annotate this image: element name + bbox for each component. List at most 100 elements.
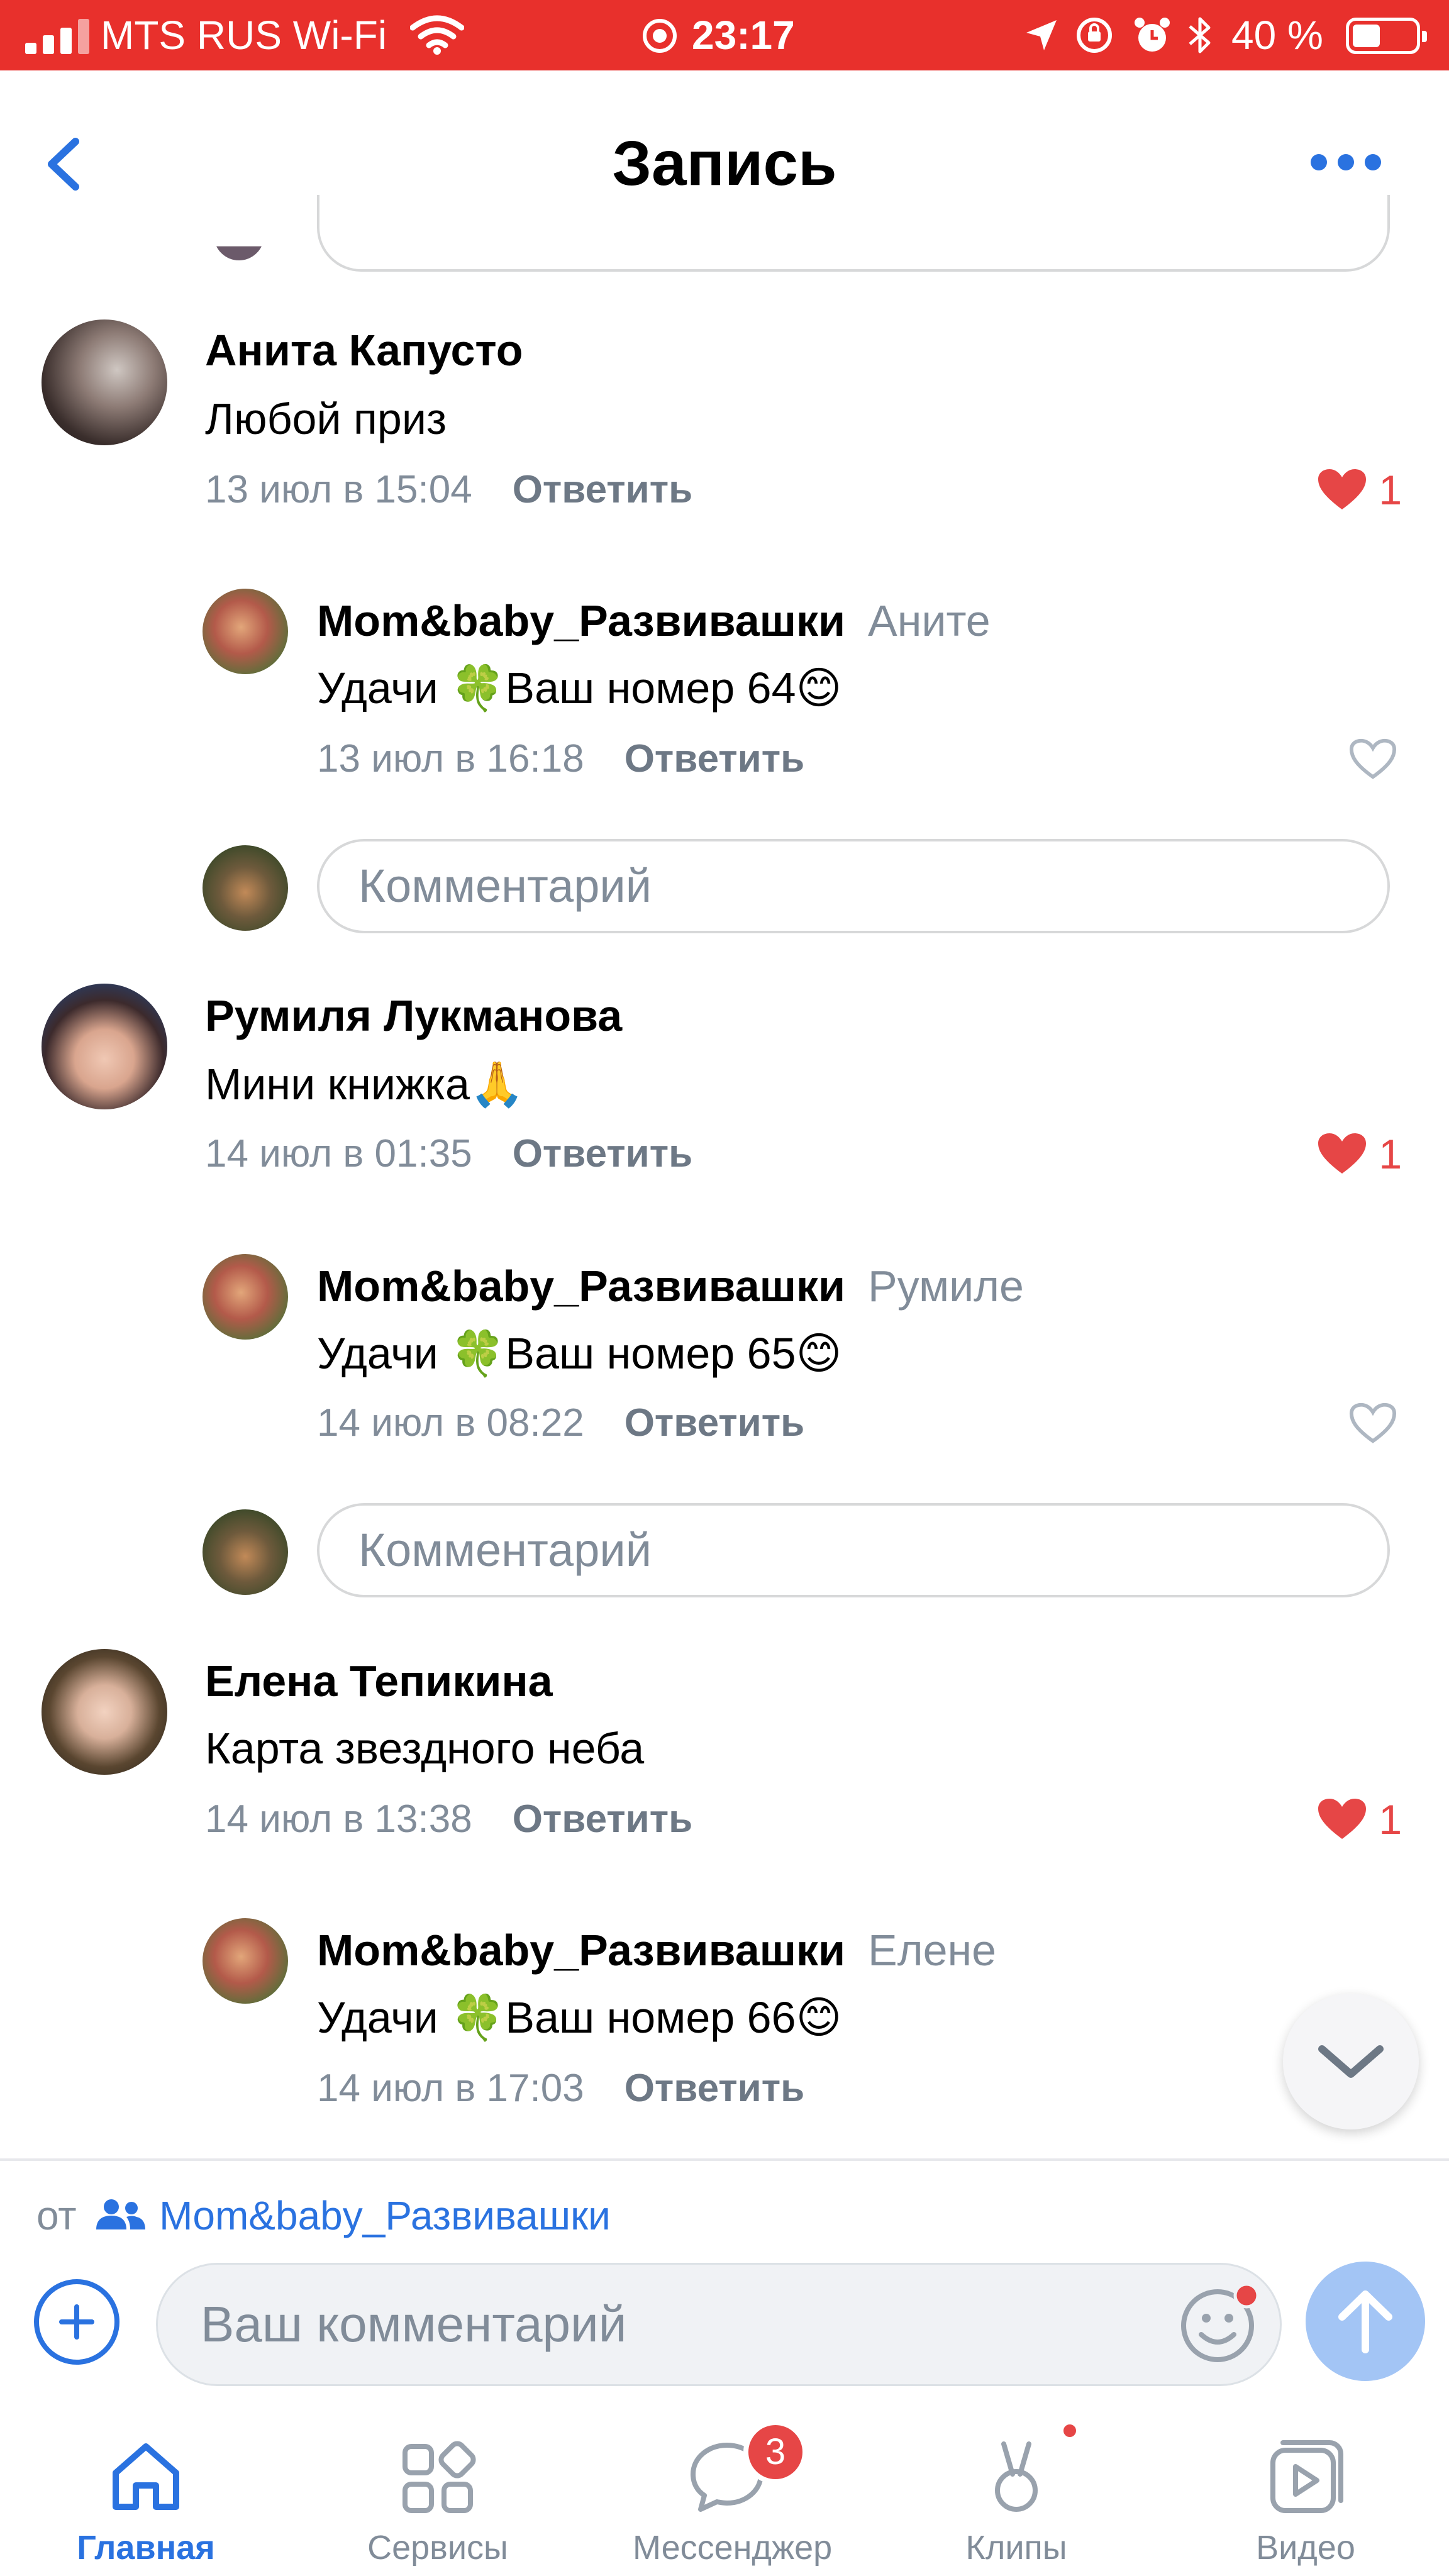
reply-author-line: Mom&baby_Развивашки Аните [317,592,991,649]
tab-label: Главная [77,2529,215,2567]
divider [0,2158,1449,2161]
reply-button[interactable]: Ответить [513,468,693,511]
battery-icon [1346,18,1427,54]
comment-time: 14 июл в 13:38 [205,1797,472,1841]
comment-from-line: от Mom&baby_Развивашки [36,2187,611,2244]
avatar[interactable] [42,319,167,445]
reply-button[interactable]: Ответить [625,2067,805,2110]
heart-filled-icon [1318,1133,1366,1174]
reply-author[interactable]: Mom&baby_Развивашки [317,596,845,645]
avatar [214,246,264,260]
reply-to: Аните [868,596,991,645]
reply-author[interactable]: Mom&baby_Развивашки [317,1262,845,1311]
reply-text: Удачи 🍀Ваш номер 66😊 [317,1993,842,2042]
reply-time: 13 июл в 16:18 [317,737,584,780]
avatar[interactable] [42,984,167,1109]
send-button[interactable] [1306,2262,1425,2381]
reply-to: Румиле [868,1262,1024,1311]
tab-home[interactable]: Главная [52,2421,240,2576]
comment-author[interactable]: Анита Капусто [205,322,523,379]
reply-to: Елене [868,1926,997,1975]
clips-icon [995,2441,1038,2512]
group-icon [96,2199,146,2229]
orientation-lock-icon [1077,18,1112,53]
reply-author[interactable]: Mom&baby_Развивашки [317,1926,845,1975]
home-icon [113,2443,179,2510]
reply-text: Удачи 🍀Ваш номер 65😊 [317,1329,842,1378]
heart-filled-icon [1318,469,1366,509]
avatar [203,1509,288,1595]
arrow-up-icon [1338,2290,1392,2353]
like-count: 1 [1379,1131,1402,1177]
reply-button[interactable]: Ответить [625,737,805,780]
reply-button[interactable]: Ответить [513,1797,693,1841]
reply-time: 14 июл в 17:03 [317,2067,584,2110]
new-dot [1060,2421,1079,2440]
status-time: 23:17 [692,13,795,58]
comment-author[interactable]: Румиля Лукманова [205,987,622,1044]
scroll-down-button[interactable] [1283,1994,1419,2129]
alarm-icon [1135,18,1170,52]
tab-label: Сервисы [367,2529,508,2567]
tab-video[interactable]: Видео [1211,2421,1400,2576]
tab-clips[interactable]: Клипы [922,2421,1111,2576]
heart-outline-icon[interactable] [1348,1399,1397,1448]
comment-time: 14 июл в 01:35 [205,1132,472,1175]
add-attachment-button[interactable] [34,2279,119,2365]
reply-meta: 14 июл в 17:03 Ответить [317,2060,804,2117]
reply-author-line: Mom&baby_Развивашки Елене [317,1922,996,1979]
more-options-icon[interactable] [1308,142,1384,179]
like-count: 1 [1379,467,1402,513]
battery-percent: 40 % [1231,13,1323,58]
comment-text: Любой приз [205,394,447,443]
tab-label: Клипы [965,2529,1067,2567]
avatar[interactable] [42,1649,167,1775]
unread-badge: 3 [743,2420,808,2484]
tab-label: Мессенджер [633,2529,833,2567]
comment-text: Мини книжка🙏 [205,1060,525,1109]
comment-meta: 14 июл в 13:38 Ответить [205,1791,692,1848]
reply-text: Удачи 🍀Ваш номер 64😊 [317,663,842,713]
comment-time: 13 июл в 15:04 [205,468,472,511]
reply-meta: 13 июл в 16:18 Ответить [317,731,804,787]
reply-button[interactable]: Ответить [625,1401,805,1445]
carrier-name: MTS RUS Wi-Fi [101,13,387,58]
reply-meta: 14 июл в 08:22 Ответить [317,1395,804,1452]
status-bar: MTS RUS Wi-Fi 23:17 40 % [0,0,1449,70]
comment-composer-input[interactable]: Ваш комментарий [156,2263,1282,2386]
heart-outline-icon[interactable] [1348,735,1397,784]
comment-input-clipped[interactable] [317,195,1390,272]
comment-author[interactable]: Елена Тепикина [205,1653,553,1709]
services-icon [402,2441,476,2513]
chevron-down-icon [1318,2045,1384,2078]
avatar [203,845,288,931]
reply-button[interactable]: Ответить [513,1132,693,1175]
tab-messenger[interactable]: 3 Мессенджер [633,2420,833,2576]
avatar[interactable] [203,1254,288,1340]
comment-input[interactable]: Комментарий [317,1503,1390,1597]
tab-services[interactable]: Сервисы [343,2421,532,2576]
signal-icon [25,19,94,54]
like-count: 1 [1379,1796,1402,1843]
from-group-link[interactable]: Mom&baby_Развивашки [159,2193,611,2238]
bluetooth-icon [1189,17,1211,53]
avatar[interactable] [203,589,288,674]
reply-time: 14 июл в 08:22 [317,1401,584,1445]
video-icon [1270,2440,1343,2513]
like-button[interactable]: 1 [1317,462,1402,518]
from-prefix: от [36,2193,77,2238]
wifi-icon [410,15,464,55]
comment-text: Карта звездного неба [205,1724,645,1773]
location-icon [1026,20,1057,50]
tab-label: Видео [1256,2529,1355,2567]
sticker-smile-icon[interactable] [1176,2280,1264,2368]
screen-record-icon [643,19,677,53]
heart-filled-icon [1318,1799,1366,1839]
avatar[interactable] [203,1918,288,2004]
comment-input[interactable]: Комментарий [317,839,1390,933]
comment-meta: 14 июл в 01:35 Ответить [205,1126,692,1182]
like-button[interactable]: 1 [1317,1126,1402,1182]
reply-author-line: Mom&baby_Развивашки Румиле [317,1258,1024,1314]
page-title: Запись [612,128,837,199]
like-button[interactable]: 1 [1317,1791,1402,1848]
